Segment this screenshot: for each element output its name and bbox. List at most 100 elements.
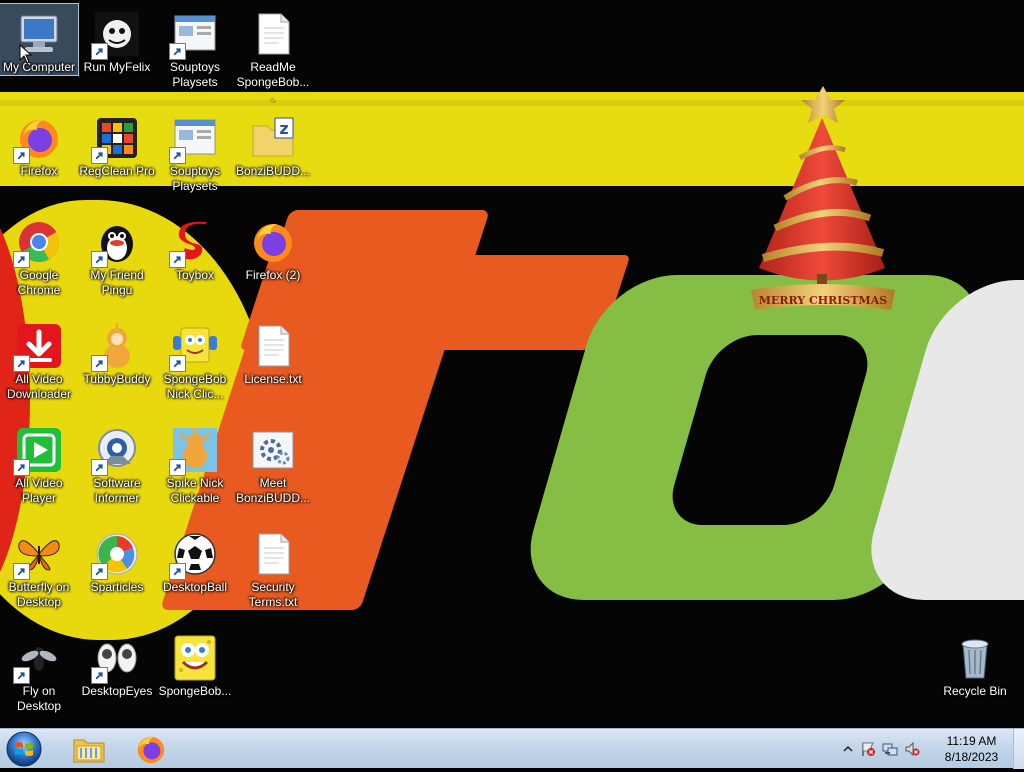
software-informer-icon — [91, 426, 141, 476]
desktop-icon-label: Souptoys Playsets — [169, 164, 221, 193]
desktop-icon-spongebob-nick-clickable[interactable]: SpongeBob Nick Clic... — [156, 316, 234, 402]
soccer-ball-icon — [169, 530, 219, 580]
tubbybuddy-icon — [91, 322, 141, 372]
taskbar-firefox-button[interactable] — [124, 730, 178, 767]
action-center-flag-icon[interactable] — [860, 741, 876, 757]
desktop-icon-toybox[interactable]: Toybox — [156, 212, 234, 283]
desktop-icon-label: Toybox — [175, 268, 215, 282]
desktop-icon-label: SpongeBob... — [158, 684, 232, 698]
windows-logo-icon — [6, 731, 42, 767]
desktop-icon-desktopeyes[interactable]: DesktopEyes — [78, 628, 156, 699]
eyes-icon — [91, 634, 141, 684]
taskbar-explorer-button[interactable] — [62, 730, 116, 767]
shortcut-arrow-icon — [13, 459, 30, 476]
taskbar: 11:19 AM 8/18/2023 — [0, 728, 1024, 769]
download-icon — [13, 322, 63, 372]
myfelix-icon — [91, 10, 141, 60]
shortcut-arrow-icon — [169, 355, 186, 372]
desktop-icon-fly-on-desktop[interactable]: Fly on Desktop — [0, 628, 78, 714]
shortcut-arrow-icon — [91, 563, 108, 580]
shortcut-arrow-icon — [169, 563, 186, 580]
desktop-icon-label: My Computer — [2, 60, 76, 74]
desktop-icon-souptoys-playsets-2[interactable]: Souptoys Playsets — [156, 108, 234, 194]
start-button[interactable] — [4, 730, 44, 768]
desktop-icon-run-myfelix[interactable]: Run MyFelix — [78, 4, 156, 75]
desktop-icon-spike-nick-clickable[interactable]: Spike Nick Clickable — [156, 420, 234, 506]
show-desktop-button[interactable] — [1013, 729, 1024, 769]
desktop-icon-label: RegClean Pro — [79, 164, 155, 178]
folder-icon — [73, 739, 105, 762]
desktop-icon-my-computer[interactable]: My Computer — [0, 3, 79, 76]
desktop-icon-butterfly-on-desktop[interactable]: Butterfly on Desktop — [0, 524, 78, 610]
desktop-icon-all-video-player[interactable]: All Video Player — [0, 420, 78, 506]
regclean-icon — [91, 114, 141, 164]
shortcut-arrow-icon — [169, 43, 186, 60]
play-icon — [13, 426, 63, 476]
desktop-icon-desktopball[interactable]: DesktopBall — [156, 524, 234, 595]
desktop-icon-security-terms-txt[interactable]: Security Terms.txt — [234, 524, 312, 610]
desktop-icon-label: DesktopBall — [162, 580, 228, 594]
system-tray: 11:19 AM 8/18/2023 — [834, 729, 1024, 769]
desktop-icon-my-friend-pingu[interactable]: My Friend Pingu — [78, 212, 156, 298]
desktop-icon-label: Sparticles — [90, 580, 144, 594]
desktop-icon-tubbybuddy[interactable]: TubbyBuddy — [78, 316, 156, 387]
shortcut-arrow-icon — [169, 251, 186, 268]
desktop-icon-software-informer[interactable]: Software Informer — [78, 420, 156, 506]
shortcut-arrow-icon — [13, 355, 30, 372]
desktop-icon-label: ReadMe SpongeBob.... — [236, 60, 310, 104]
shortcut-arrow-icon — [13, 667, 30, 684]
shortcut-arrow-icon — [91, 459, 108, 476]
toybox-icon — [169, 218, 219, 268]
desktop-icon-sparticles[interactable]: Sparticles — [78, 524, 156, 595]
zip-folder-icon: z — [249, 114, 297, 162]
butterfly-icon — [13, 530, 63, 580]
desktop-icon-label: Run MyFelix — [83, 60, 151, 74]
show-hidden-icons-chevron[interactable] — [840, 741, 856, 757]
desktop-icon-bonzibuddy-zip[interactable]: z BonziBUDD... — [234, 108, 312, 179]
fly-icon — [13, 634, 63, 684]
desktop-icon-label: TubbyBuddy — [83, 372, 151, 386]
desktop-icon-meet-bonzibuddy[interactable]: Meet BonziBUDD... — [234, 420, 312, 506]
desktop-icon-label: My Friend Pingu — [90, 268, 144, 297]
network-icon[interactable] — [882, 741, 898, 757]
desktop-icon-souptoys-playsets[interactable]: Souptoys Playsets — [156, 4, 234, 90]
desktop-icon-label: All Video Downloader — [6, 372, 72, 401]
svg-text:MERRY CHRISTMAS: MERRY CHRISTMAS — [759, 294, 887, 307]
spike-icon — [169, 426, 219, 476]
settings-file-icon — [249, 426, 297, 474]
desktop-icon-firefox[interactable]: Firefox — [0, 108, 78, 179]
desktop-icon-all-video-downloader[interactable]: All Video Downloader — [0, 316, 78, 402]
text-file-icon — [249, 322, 297, 370]
desktop-icon-label: All Video Player — [15, 476, 63, 505]
desktop-icon-firefox-2[interactable]: Firefox (2) — [234, 212, 312, 283]
desktop-icon-label: Firefox — [20, 164, 58, 178]
desktop-icon-label: Spike Nick Clickable — [166, 476, 224, 505]
souptoys-icon — [169, 114, 219, 164]
desktop-icon-recycle-bin[interactable]: Recycle Bin — [936, 628, 1014, 699]
desktop-icon-readme-spongebob[interactable]: ReadMe SpongeBob.... — [234, 4, 312, 105]
text-file-icon — [249, 530, 297, 578]
shortcut-arrow-icon — [13, 563, 30, 580]
clock-time: 11:19 AM — [946, 734, 997, 748]
shortcut-arrow-icon — [169, 147, 186, 164]
christmas-tree-gadget[interactable]: MERRY CHRISTMAS — [745, 78, 900, 323]
desktop-icon-label: BonziBUDD... — [235, 164, 311, 178]
svg-text:z: z — [279, 119, 288, 138]
desktop-icon-regclean-pro[interactable]: RegClean Pro — [78, 108, 156, 179]
shortcut-arrow-icon — [91, 147, 108, 164]
desktop-icon-license-txt[interactable]: License.txt — [234, 316, 312, 387]
desktop-icon-label: Recycle Bin — [943, 684, 1007, 698]
mouse-cursor-icon — [19, 44, 32, 64]
sparticles-icon — [91, 530, 141, 580]
chrome-icon — [13, 218, 63, 268]
desktop-icon-google-chrome[interactable]: Google Chrome — [0, 212, 78, 298]
spongebob-icon — [169, 322, 219, 372]
shortcut-arrow-icon — [91, 43, 108, 60]
desktop-icon-spongebob[interactable]: SpongeBob... — [156, 628, 234, 699]
volume-muted-icon[interactable] — [904, 741, 920, 757]
desktop-icon-label: DesktopEyes — [81, 684, 153, 698]
shortcut-arrow-icon — [169, 459, 186, 476]
desktop-icon-label: SpongeBob Nick Clic... — [163, 372, 227, 401]
taskbar-clock[interactable]: 11:19 AM 8/18/2023 — [934, 733, 1009, 765]
clock-date: 8/18/2023 — [944, 750, 999, 764]
